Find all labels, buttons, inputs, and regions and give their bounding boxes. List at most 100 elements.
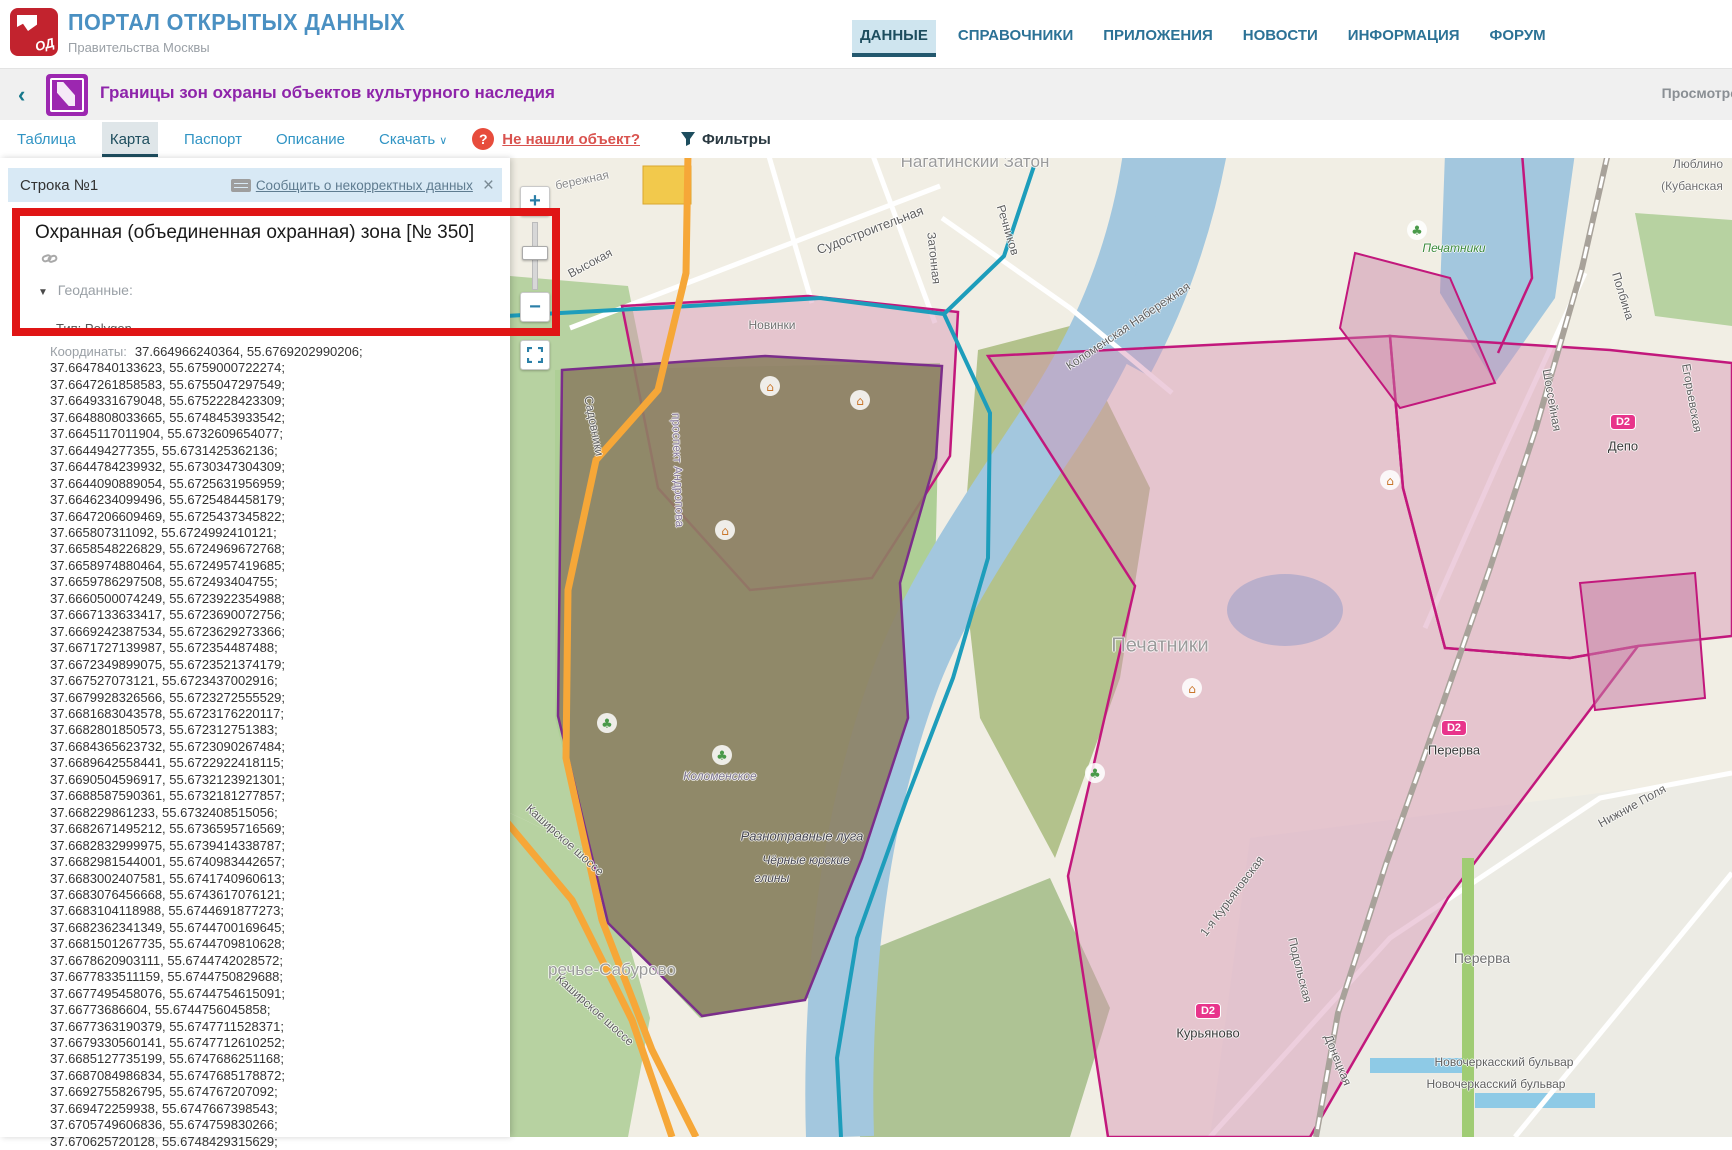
coordinate-line: 37.6682981544001, 55.6740983442657; bbox=[50, 854, 480, 870]
dataset-icon bbox=[46, 74, 88, 116]
nav-item-3[interactable]: НОВОСТИ bbox=[1235, 20, 1326, 53]
collapse-arrow-icon: ▼ bbox=[38, 287, 48, 298]
coordinate-line: 37.6681683043578, 55.6723176220117; bbox=[50, 706, 480, 722]
site-header: ОД ПОРТАЛ ОТКРЫТЫХ ДАННЫХ Правительства … bbox=[0, 0, 1732, 68]
coordinate-line: 37.6647261858583, 55.6755047297549; bbox=[50, 377, 480, 393]
coordinate-line: 37.6677363190379, 55.6747711528371; bbox=[50, 1019, 480, 1035]
coordinate-line: 37.669472259938, 55.6747667398543; bbox=[50, 1101, 480, 1117]
nav-item-5[interactable]: ФОРУМ bbox=[1482, 20, 1554, 53]
coordinate-line: 37.668229861233, 55.6732408515056; bbox=[50, 805, 480, 821]
filter-icon[interactable] bbox=[680, 131, 696, 147]
filters-button[interactable]: Фильтры bbox=[702, 131, 771, 148]
logo-cube-face bbox=[17, 15, 37, 31]
coordinate-line: 37.670625720128, 55.6748429315629; bbox=[50, 1134, 480, 1150]
report-bubble-icon bbox=[231, 179, 251, 192]
coordinate-line: Координаты:37.664966240364, 55.676920299… bbox=[50, 344, 480, 360]
coordinate-line: 37.6669242387534, 55.6723629273366; bbox=[50, 624, 480, 640]
not-found-link[interactable]: Не нашли объект? bbox=[502, 131, 640, 148]
coordinate-line: 37.6682832999975, 55.6739414338787; bbox=[50, 838, 480, 854]
coordinate-line: 37.6692755826795, 55.674767207092; bbox=[50, 1084, 480, 1100]
coordinate-line: 37.6683002407581, 55.6741740960613; bbox=[50, 871, 480, 887]
page: { "header": { "logo_text": "ОД", "title"… bbox=[0, 0, 1732, 1137]
fullscreen-button[interactable] bbox=[520, 340, 550, 370]
coordinate-line: 37.6660500074249, 55.6723922354988; bbox=[50, 591, 480, 607]
map-stations: D2ДепоD2ПерерваD2Курьяново bbox=[510, 158, 1732, 1137]
coordinate-line: 37.6689642558441, 55.6722922418115; bbox=[50, 755, 480, 771]
record-title-text: Охранная (объединенная охранная) зона [№… bbox=[35, 222, 474, 243]
coordinate-line: 37.6683076456668, 55.6743617076121; bbox=[50, 887, 480, 903]
logo-od-text: ОД bbox=[33, 35, 55, 54]
coordinate-line: 37.6682362341349, 55.6744700169645; bbox=[50, 920, 480, 936]
main-nav: ДАННЫЕ СПРАВОЧНИКИ ПРИЛОЖЕНИЯ НОВОСТИ ИНФОРМ… bbox=[852, 20, 1554, 57]
close-icon[interactable]: × bbox=[483, 176, 494, 195]
dataset-title: Границы зон охраны объектов культурного … bbox=[100, 83, 555, 103]
tab-2[interactable]: Паспорт bbox=[176, 122, 250, 157]
station-name: Перерва bbox=[1428, 743, 1480, 758]
coordinate-line: 37.6687084986834, 55.6747685178872; bbox=[50, 1068, 480, 1084]
back-button[interactable]: ‹ bbox=[18, 82, 25, 108]
site-title: ПОРТАЛ ОТКРЫТЫХ ДАННЫХ bbox=[68, 9, 405, 36]
coordinate-line: 37.6648808033665, 55.6748453933542; bbox=[50, 410, 480, 426]
station-name: Депо bbox=[1608, 439, 1638, 454]
record-title: Охранная (объединенная охранная) зона [№… bbox=[35, 220, 480, 272]
map-canvas[interactable]: ♣ ♣ ♣ ♣ ⌂ ⌂ ⌂ ⌂ ⌂ Нагатинский Затонбереж… bbox=[510, 158, 1732, 1137]
coordinate-line: 37.6678620903111, 55.6744742028572; bbox=[50, 953, 480, 969]
coordinate-line: 37.667527073121, 55.6723437002916; bbox=[50, 673, 480, 689]
coordinate-line: 37.6705749606836, 55.674759830266; bbox=[50, 1117, 480, 1133]
coordinate-line: 37.6644784239932, 55.6730347304309; bbox=[50, 459, 480, 475]
zoom-out-button[interactable]: − bbox=[520, 292, 550, 322]
geometry-type: Тип: Polygon bbox=[56, 321, 132, 336]
coordinate-line: 37.6646234099496, 55.6725484458179; bbox=[50, 492, 480, 508]
breadcrumb-bar: ‹ Границы зон охраны объектов культурног… bbox=[0, 68, 1732, 122]
coordinate-line: 37.6679928326566, 55.6723272555529; bbox=[50, 690, 480, 706]
tab-3[interactable]: Описание bbox=[268, 122, 353, 157]
coordinate-line: 37.6645117011904, 55.6732609654077; bbox=[50, 426, 480, 442]
coordinate-line: 37.6682801850573, 55.672312751383; bbox=[50, 722, 480, 738]
coordinate-line: 37.6671727139987, 55.672354487488; bbox=[50, 640, 480, 656]
panel-header: Строка №1 Сообщить о некорректных данных… bbox=[8, 168, 502, 202]
tab-bar: Таблица Карта Паспорт Описание Скачать∨ ? Не… bbox=[0, 120, 1732, 159]
nav-item-4[interactable]: ИНФОРМАЦИЯ bbox=[1340, 20, 1468, 53]
permalink-icon[interactable] bbox=[41, 250, 58, 267]
coordinate-line: 37.665807311092, 55.6724992410121; bbox=[50, 525, 480, 541]
geodata-toggle[interactable]: ▼ Геоданные: bbox=[38, 282, 133, 298]
coordinate-line: 37.6682671495212, 55.6736595716569; bbox=[50, 821, 480, 837]
coordinate-line: 37.6677833511159, 55.6744750829688; bbox=[50, 969, 480, 985]
d2-station-badge: D2 bbox=[1610, 414, 1636, 430]
tab-4[interactable]: Скачать∨ bbox=[371, 122, 455, 157]
help-icon[interactable]: ? bbox=[472, 128, 494, 150]
chevron-down-icon: ∨ bbox=[439, 135, 447, 147]
coordinate-line: 37.6647840133623, 55.6759000722274; bbox=[50, 360, 480, 376]
coordinate-line: 37.6659786297508, 55.672493404755; bbox=[50, 574, 480, 590]
coordinate-line: 37.6683104118988, 55.6744691877273; bbox=[50, 903, 480, 919]
coordinates-list: Координаты:37.664966240364, 55.676920299… bbox=[50, 344, 480, 1150]
coordinate-line: 37.6684365623732, 55.6723090267484; bbox=[50, 739, 480, 755]
site-subtitle: Правительства Москвы bbox=[68, 40, 210, 55]
coordinate-line: 37.6685127735199, 55.6747686251168; bbox=[50, 1051, 480, 1067]
coordinate-line: 37.6688587590361, 55.6732181277857; bbox=[50, 788, 480, 804]
coordinate-line: 37.6658548226829, 55.6724969672768; bbox=[50, 541, 480, 557]
report-incorrect-data-link[interactable]: Сообщить о некорректных данных bbox=[256, 178, 473, 193]
zoom-slider-handle[interactable] bbox=[522, 246, 548, 260]
coordinate-line: 37.6677495458076, 55.6744754615091; bbox=[50, 986, 480, 1002]
tab-0[interactable]: Таблица bbox=[9, 122, 84, 157]
coordinate-line: 37.66773686604, 55.6744756045858; bbox=[50, 1002, 480, 1018]
nav-item-0[interactable]: ДАННЫЕ bbox=[852, 20, 936, 57]
row-label: Строка №1 bbox=[20, 177, 98, 194]
station-name: Курьяново bbox=[1176, 1026, 1239, 1041]
portal-logo-icon[interactable]: ОД bbox=[10, 8, 58, 56]
coordinate-line: 37.6649331679048, 55.6752228423309; bbox=[50, 393, 480, 409]
coordinate-line: 37.6690504596917, 55.6732123921301; bbox=[50, 772, 480, 788]
d2-station-badge: D2 bbox=[1441, 720, 1467, 736]
coordinate-line: 37.6658974880464, 55.6724957419685; bbox=[50, 558, 480, 574]
record-panel: Строка №1 Сообщить о некорректных данных… bbox=[0, 158, 510, 1137]
coordinate-line: 37.6644090889054, 55.6725631956959; bbox=[50, 476, 480, 492]
nav-item-1[interactable]: СПРАВОЧНИКИ bbox=[950, 20, 1081, 53]
coordinate-line: 37.6681501267735, 55.6744709810628; bbox=[50, 936, 480, 952]
tab-1[interactable]: Карта bbox=[102, 122, 158, 157]
coordinates-label: Координаты: bbox=[50, 344, 127, 359]
coordinate-line: 37.6672349899075, 55.6723521374179; bbox=[50, 657, 480, 673]
nav-item-2[interactable]: ПРИЛОЖЕНИЯ bbox=[1095, 20, 1221, 53]
zoom-in-button[interactable]: + bbox=[520, 186, 550, 216]
coordinate-line: 37.6647206609469, 55.6725437345822; bbox=[50, 509, 480, 525]
